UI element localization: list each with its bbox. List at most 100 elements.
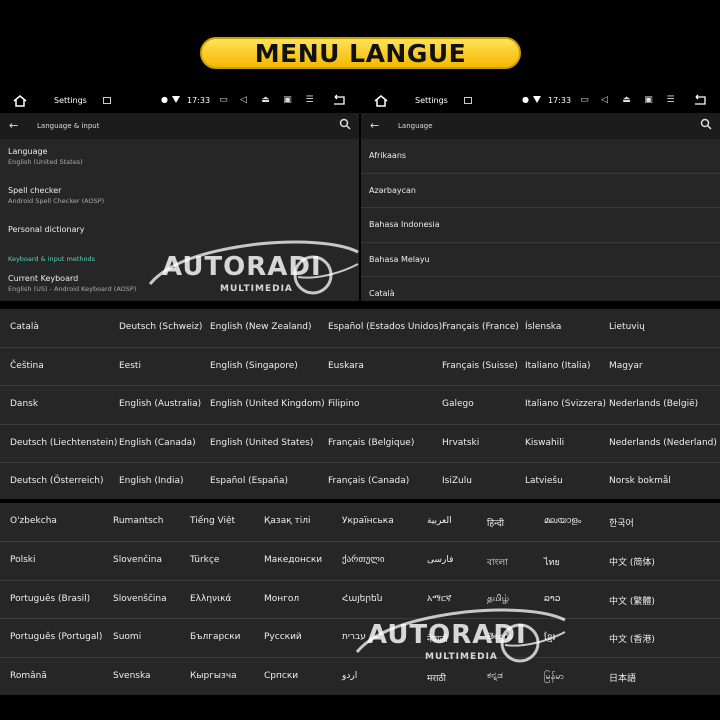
language-option[interactable]: Македонски [264,555,322,565]
spell-checker-pref[interactable]: Spell checker Android Spell Checker (AOS… [8,186,104,205]
back-arrow-icon[interactable]: ← [9,119,18,132]
language-option[interactable]: 한국어 [609,516,634,529]
screen-icon[interactable]: ▭ [218,95,229,105]
language-option[interactable]: Deutsch (Schweiz) [119,322,202,332]
language-option[interactable]: Svenska [113,671,151,681]
language-option[interactable]: فارسی [427,555,453,565]
language-option[interactable]: Deutsch (Österreich) [10,476,104,486]
language-option[interactable]: Català [10,322,39,332]
picture-icon[interactable]: ▣ [643,95,654,105]
language-option[interactable]: ລາວ [544,594,560,604]
language-option[interactable]: தமிழ் [487,594,509,605]
language-option[interactable]: Русский [264,632,302,642]
language-option[interactable]: Español (España) [210,476,288,486]
language-option[interactable]: Latviešu [525,476,563,486]
language-option[interactable]: Italiano (Italia) [525,361,591,371]
language-option[interactable]: Magyar [609,361,643,371]
language-option[interactable]: Français (Canada) [328,476,409,486]
language-option[interactable]: Slovenčina [113,555,162,565]
language-option[interactable]: Norsk bokmål [609,476,671,486]
eject-icon[interactable]: ⏏ [621,95,632,105]
personal-dictionary-pref[interactable]: Personal dictionary [8,225,85,234]
language-option[interactable]: 日本語 [609,671,636,684]
language-option[interactable]: Français (France) [442,322,519,332]
language-option[interactable]: Tiếng Việt [190,516,235,526]
back-arrow-icon[interactable]: ← [370,119,379,132]
language-option[interactable]: Français (Suisse) [442,361,518,371]
language-option[interactable]: Kiswahili [525,438,564,448]
language-option[interactable]: 中文 (简体) [609,555,655,568]
search-icon[interactable] [339,118,351,130]
language-option[interactable]: English (United Kingdom) [210,399,325,409]
back-icon[interactable] [692,94,708,106]
language-option[interactable]: ಕನ್ನಡ [487,671,503,681]
language-option[interactable]: עברית [342,632,366,642]
back-icon[interactable] [331,94,347,106]
language-option[interactable]: ไทย [544,555,560,569]
language-option[interactable]: ქართული [342,555,385,565]
menu-icon[interactable]: ☰ [665,95,676,105]
language-option[interactable]: Български [190,632,240,642]
language-option[interactable]: Dansk [10,399,38,409]
language-option[interactable]: Српски [264,671,298,681]
language-option[interactable]: O'zbekcha [10,516,57,526]
language-option[interactable]: Íslenska [525,322,561,332]
language-option[interactable]: हिन्दी [487,516,504,529]
language-option[interactable]: বাংলা [487,555,508,570]
language-option[interactable]: 中文 (香港) [609,632,655,645]
language-item[interactable]: Afrikaans [361,139,720,174]
language-option[interactable]: മലയാളം [544,516,581,526]
language-option[interactable]: Filipino [328,399,359,409]
language-option[interactable]: Deutsch (Liechtenstein) [10,438,117,448]
volume-icon[interactable]: ◁ [238,95,249,105]
language-option[interactable]: Français (Belgique) [328,438,414,448]
language-option[interactable]: Türkçe [190,555,219,565]
language-option[interactable]: Nederlands (België) [609,399,698,409]
language-option[interactable]: नेपाली [427,632,448,645]
language-option[interactable]: Українська [342,516,394,526]
language-option[interactable]: Հայերեն [342,594,382,604]
current-keyboard-pref[interactable]: Current Keyboard English (US) - Android … [8,274,136,293]
language-item[interactable]: Bahasa Melayu [361,243,720,277]
language-option[interactable]: IsiZulu [442,476,472,486]
language-option[interactable]: አማርኛ [427,594,452,604]
language-option[interactable]: Galego [442,399,474,409]
language-option[interactable]: Rumantsch [113,516,163,526]
language-option[interactable]: العربية [427,516,452,526]
language-option[interactable]: Suomi [113,632,141,642]
language-option[interactable]: English (Singapore) [210,361,298,371]
language-option[interactable]: Português (Portugal) [10,632,102,642]
language-option[interactable]: Italiano (Svizzera) [525,399,606,409]
home-icon[interactable] [12,94,28,108]
language-option[interactable]: Euskara [328,361,364,371]
language-option[interactable]: Монгол [264,594,299,604]
picture-icon[interactable]: ▣ [282,95,293,105]
language-option[interactable]: Кыргызча [190,671,237,681]
language-option[interactable]: Қазақ тілі [264,516,311,526]
language-option[interactable]: اردو [342,671,357,681]
language-item[interactable]: Azərbaycan [361,174,720,208]
language-option[interactable]: Ελληνικά [190,594,231,604]
screen-icon[interactable]: ▭ [579,95,590,105]
language-option[interactable]: ខ្មែរ [544,632,555,645]
language-option[interactable]: Slovenščina [113,594,167,604]
language-option[interactable]: English (Canada) [119,438,196,448]
language-option[interactable]: Eesti [119,361,141,371]
language-option[interactable]: 中文 (繁體) [609,594,655,607]
language-option[interactable]: Nederlands (Nederland) [609,438,717,448]
search-icon[interactable] [700,118,712,130]
language-option[interactable]: Lietuvių [609,322,645,332]
eject-icon[interactable]: ⏏ [260,95,271,105]
language-option[interactable]: English (India) [119,476,183,486]
home-icon[interactable] [373,94,389,108]
language-option[interactable]: Čeština [10,361,44,371]
menu-icon[interactable]: ☰ [304,95,315,105]
language-pref[interactable]: Language English (United States) [8,147,83,166]
language-item[interactable]: Català [361,277,720,301]
language-item[interactable]: Bahasa Indonesia [361,208,720,243]
language-option[interactable]: Português (Brasil) [10,594,90,604]
language-option[interactable]: मराठी [427,671,446,684]
language-option[interactable]: မြန်မာ [544,671,564,684]
volume-icon[interactable]: ◁ [599,95,610,105]
language-option[interactable]: Español (Estados Unidos) [328,322,442,332]
